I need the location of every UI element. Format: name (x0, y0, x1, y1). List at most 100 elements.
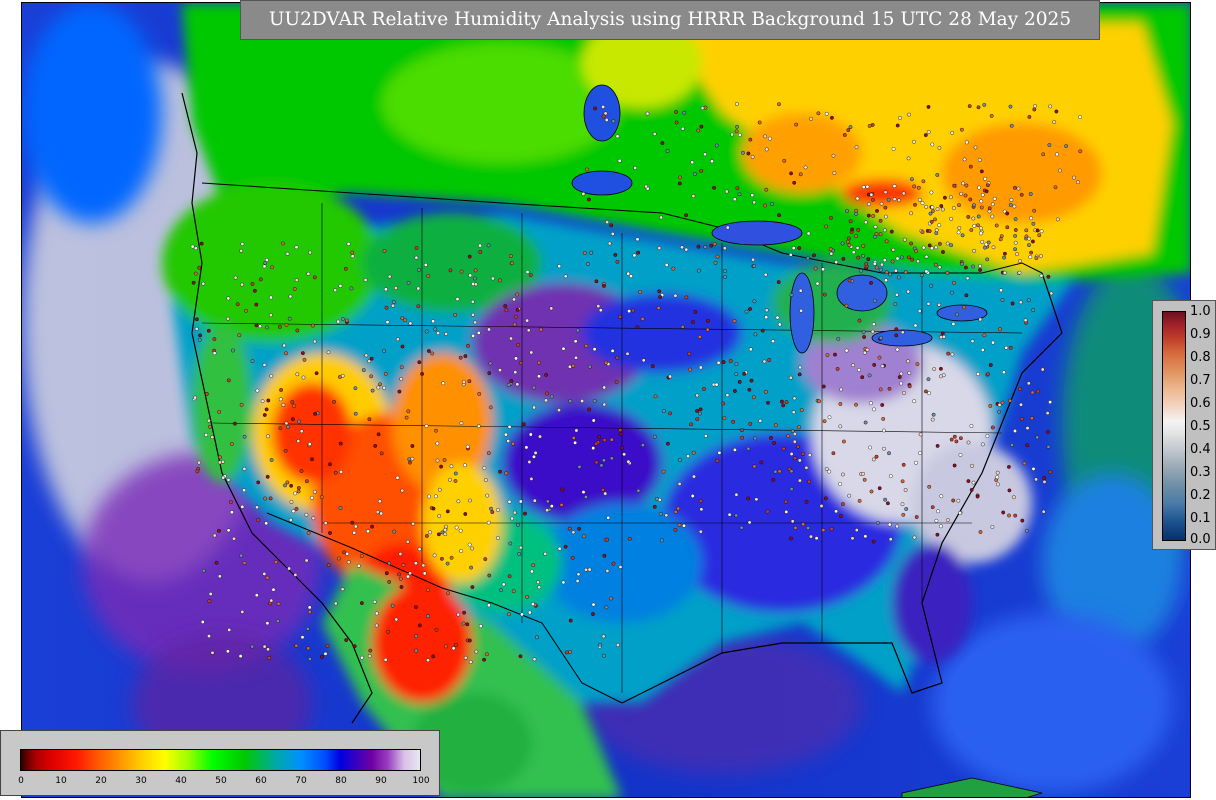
observation-marker (417, 360, 422, 365)
observation-marker (453, 643, 458, 647)
observation-marker (567, 526, 572, 531)
observation-marker (723, 269, 727, 273)
observation-marker (325, 644, 330, 648)
observation-marker (1048, 104, 1053, 109)
observation-marker (239, 402, 244, 407)
observation-marker (900, 330, 905, 335)
observation-marker (296, 489, 301, 494)
observation-marker (777, 102, 781, 107)
observation-marker (397, 389, 402, 394)
observation-marker (455, 297, 460, 301)
observation-marker (297, 419, 301, 424)
observation-marker (221, 459, 225, 464)
observation-marker (618, 565, 623, 569)
observation-marker (916, 185, 921, 190)
observation-marker (898, 116, 902, 120)
observation-marker (507, 574, 512, 579)
observation-marker (262, 572, 267, 576)
observation-marker (817, 399, 821, 404)
observation-marker (397, 572, 401, 577)
observation-marker (286, 425, 290, 429)
observation-marker (382, 248, 387, 253)
observation-marker (750, 193, 755, 198)
observation-marker (536, 580, 540, 585)
observation-marker (268, 313, 273, 317)
observation-marker (603, 491, 608, 496)
observation-marker (515, 307, 520, 312)
observation-marker (379, 511, 384, 516)
observation-marker (529, 476, 534, 481)
observation-marker (931, 412, 936, 417)
observation-marker (870, 123, 875, 127)
observation-marker (914, 515, 919, 519)
observation-marker (545, 499, 550, 504)
observation-marker (1032, 107, 1037, 112)
rh-tick-label: 60 (255, 776, 267, 786)
observation-marker (336, 556, 341, 561)
observation-marker (336, 319, 341, 324)
observation-marker (1039, 254, 1043, 258)
observation-marker (1024, 228, 1029, 233)
observation-marker (902, 237, 907, 242)
observation-marker (857, 367, 861, 372)
rh-colorbar-gradient (20, 749, 421, 771)
observation-marker (839, 387, 843, 392)
observation-marker (561, 346, 566, 351)
observation-marker (904, 507, 909, 511)
observation-marker (797, 458, 802, 463)
observation-marker (977, 185, 981, 190)
observation-marker (1012, 495, 1016, 500)
observation-marker (971, 480, 976, 485)
observation-marker (737, 192, 742, 197)
observation-marker (703, 245, 708, 250)
observation-marker (539, 327, 543, 332)
observation-marker (939, 366, 943, 371)
observation-marker (880, 364, 885, 368)
observation-marker (959, 436, 963, 441)
observation-marker (664, 513, 669, 518)
observation-marker (439, 464, 443, 469)
rh-tick-label: 30 (135, 776, 147, 786)
observation-marker (210, 435, 215, 440)
observation-marker (1029, 216, 1033, 221)
observation-marker (988, 363, 993, 367)
observation-marker (877, 355, 882, 360)
observation-marker (733, 447, 737, 452)
observation-marker (1031, 239, 1035, 244)
observation-marker (516, 342, 521, 347)
observation-marker (895, 123, 900, 128)
observation-marker (1007, 464, 1011, 469)
observation-marker (517, 552, 522, 556)
observation-marker (740, 435, 745, 440)
rh-colorbar: 0 10 20 30 40 50 60 70 80 90 100 (0, 730, 440, 796)
observation-marker (535, 635, 539, 640)
observation-marker (431, 654, 436, 659)
observation-marker (1048, 470, 1053, 474)
observation-marker (1013, 240, 1018, 245)
observation-marker (387, 561, 392, 566)
observation-marker (400, 344, 405, 349)
observation-marker (1016, 186, 1021, 191)
observation-marker (1049, 291, 1054, 296)
observation-marker (598, 642, 602, 647)
observation-marker (341, 317, 345, 321)
observation-marker (838, 481, 842, 486)
observation-marker (854, 211, 859, 216)
observation-marker (461, 621, 466, 626)
observation-marker (831, 153, 836, 158)
observation-marker (881, 416, 886, 421)
observation-marker (784, 400, 789, 404)
observation-marker (310, 457, 314, 462)
observation-marker (271, 587, 276, 592)
observation-marker (471, 312, 475, 317)
observation-marker (487, 573, 492, 578)
observation-marker (960, 127, 964, 132)
observation-marker (471, 282, 475, 286)
observation-marker (384, 571, 389, 576)
ob-tick-label: 0.5 (1190, 419, 1211, 434)
observation-marker (1032, 208, 1037, 213)
observation-marker (867, 373, 872, 378)
observation-marker (557, 264, 562, 269)
observation-marker (766, 400, 770, 405)
observation-marker (945, 241, 950, 246)
